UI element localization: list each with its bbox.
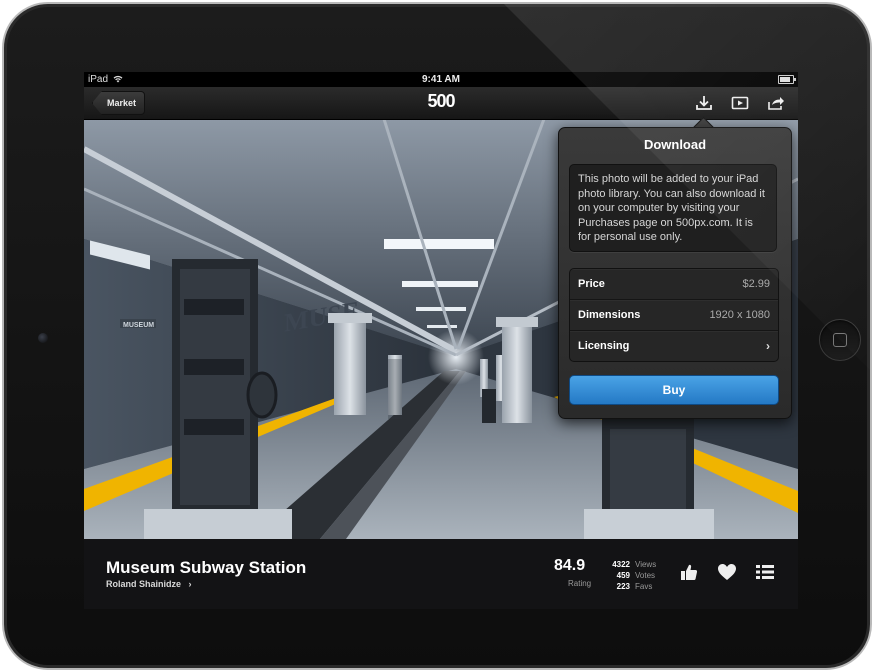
favorite-icon[interactable] [716, 561, 738, 583]
dimensions-label: Dimensions [578, 309, 641, 321]
station-sign-text: MUSEUM [123, 322, 154, 329]
photo-stats: 4322 Views 459 Votes 223 Favs [608, 559, 656, 592]
battery-icon [778, 75, 796, 84]
chevron-right-icon: › [766, 339, 770, 353]
price-row: Price $2.99 [570, 269, 778, 299]
like-icon[interactable] [678, 561, 700, 583]
list-icon[interactable] [754, 561, 776, 583]
rating-label: Rating [568, 579, 592, 588]
author-link[interactable]: Roland Shainidze › [106, 579, 192, 589]
photo-info-bar: Museum Subway Station Roland Shainidze ›… [84, 539, 798, 609]
licensing-label: Licensing [578, 340, 630, 352]
slideshow-icon[interactable] [730, 93, 750, 113]
buy-button[interactable]: Buy [569, 375, 779, 405]
navigation-bar: Market 500 [84, 87, 798, 120]
chevron-right-icon: › [188, 579, 192, 589]
status-time: 9:41 AM [422, 74, 460, 85]
app-logo: 500 [427, 91, 455, 111]
purchase-details-table: Price $2.99 Dimensions 1920 x 1080 Licen… [569, 268, 779, 362]
dimensions-row: Dimensions 1920 x 1080 [570, 299, 778, 330]
author-name: Roland Shainidze [106, 579, 182, 589]
stat-views: 4322 Views [612, 560, 657, 569]
licensing-row[interactable]: Licensing › [570, 330, 778, 361]
price-value: $2.99 [742, 278, 770, 290]
status-bar: iPad 9:41 AM [84, 72, 798, 87]
rating-value: 84.9 [554, 557, 586, 574]
ipad-frame: iPad 9:41 AM Market 500 MUSEUM MUSE Muse… [2, 2, 872, 670]
price-label: Price [578, 278, 605, 290]
download-description: This photo will be added to your iPad ph… [569, 164, 777, 252]
download-popover: Download This photo will be added to you… [558, 127, 792, 419]
popover-title: Download [643, 137, 707, 152]
screen: iPad 9:41 AM Market 500 MUSEUM MUSE Muse… [84, 72, 798, 609]
photo-title: Museum Subway Station [106, 558, 307, 577]
share-icon[interactable] [766, 93, 786, 113]
stat-votes: 459 Votes [616, 571, 656, 580]
download-icon[interactable] [694, 93, 714, 113]
dimensions-value: 1920 x 1080 [709, 309, 770, 321]
home-button[interactable] [819, 319, 861, 361]
front-camera [38, 333, 48, 343]
stat-favs: 223 Favs [616, 582, 653, 591]
